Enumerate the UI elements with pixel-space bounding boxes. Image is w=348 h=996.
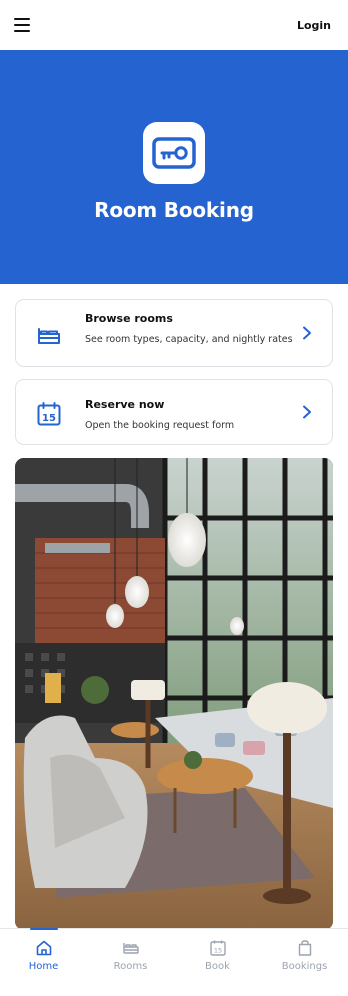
- home-icon: [36, 940, 51, 956]
- card-title: Reserve now: [85, 398, 165, 411]
- login-button[interactable]: Login: [297, 19, 331, 32]
- bed-icon: [122, 943, 139, 954]
- lounge-illustration: [15, 458, 333, 930]
- bed-icon: [38, 328, 60, 344]
- calendar-15-icon: 15: [209, 940, 226, 956]
- calendar-day: 15: [42, 413, 56, 424]
- card-title: Browse rooms: [85, 312, 173, 325]
- page-title: Room Booking: [94, 198, 254, 222]
- tab-label: Bookings: [281, 961, 328, 972]
- tab-label: Book: [205, 961, 230, 972]
- chevron-right-icon: [303, 405, 311, 419]
- hamburger-menu-icon[interactable]: [14, 18, 30, 32]
- tab-rooms[interactable]: Rooms: [87, 929, 174, 996]
- tab-home[interactable]: Home: [0, 928, 87, 996]
- app-logo: [143, 122, 205, 184]
- card-subtitle: Open the booking request form: [85, 420, 235, 431]
- tab-label: Rooms: [113, 961, 148, 972]
- bottom-tab-bar: Home Rooms 15 Book Bookings: [0, 928, 348, 996]
- top-bar: Login: [0, 0, 348, 50]
- hotel-lounge-photo: [15, 458, 333, 930]
- card-subtitle: See room types, capacity, and nightly ra…: [85, 334, 293, 345]
- tab-bookings[interactable]: Bookings: [261, 929, 348, 996]
- browse-rooms-card[interactable]: Browse rooms See room types, capacity, a…: [15, 299, 333, 367]
- hero-banner: Room Booking: [0, 50, 348, 284]
- calendar-15-icon: 15: [37, 402, 61, 426]
- reserve-now-card[interactable]: 15 Reserve now Open the booking request …: [15, 379, 333, 445]
- tab-book[interactable]: 15 Book: [174, 929, 261, 996]
- key-card-icon: [152, 137, 196, 169]
- bag-icon: [298, 940, 311, 956]
- chevron-right-icon: [303, 326, 311, 340]
- calendar-day: 15: [213, 947, 221, 955]
- tab-label: Home: [28, 961, 59, 972]
